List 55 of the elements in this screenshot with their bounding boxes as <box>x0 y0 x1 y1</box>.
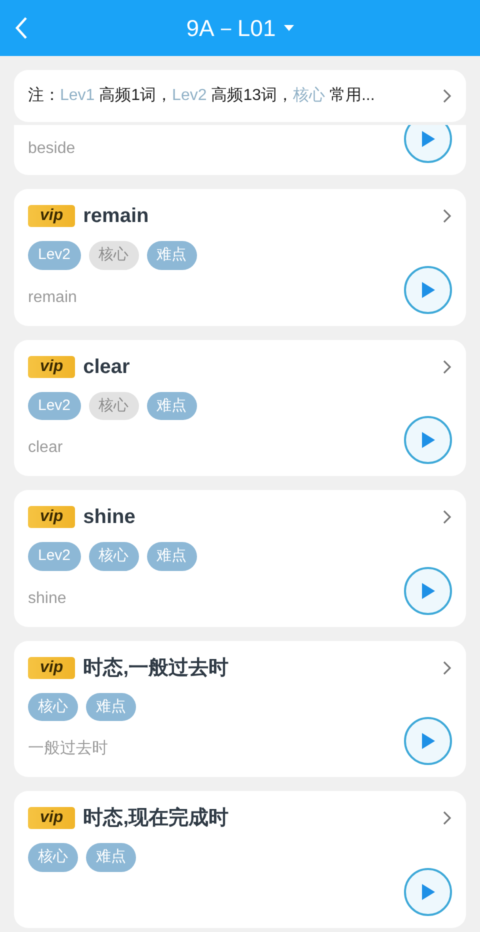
play-button[interactable] <box>404 266 452 314</box>
chevron-right-icon <box>442 88 452 104</box>
word-subtitle: shine <box>28 588 66 608</box>
word-subtitle: beside <box>28 139 76 159</box>
play-icon <box>420 882 436 900</box>
word-title: remain <box>83 204 149 229</box>
vip-badge: vip <box>28 205 76 227</box>
caret-icon <box>284 25 294 31</box>
tag: 核心 <box>88 241 139 270</box>
word-title: shine <box>83 505 136 530</box>
play-button[interactable] <box>404 717 452 765</box>
play-icon <box>420 732 436 750</box>
tag: 核心 <box>88 392 139 420</box>
play-icon <box>420 431 436 449</box>
tag: 难点 <box>146 241 197 270</box>
chevron-right-icon <box>442 358 452 374</box>
tag: 核心 <box>28 843 78 872</box>
vip-badge: vip <box>28 356 76 378</box>
word-card[interactable]: vip clear Lev2 核心 难点 clear <box>14 340 466 476</box>
note-text: 注：Lev1 高频1词，Lev2 高频13词，核心 常用... <box>28 86 375 106</box>
word-subtitle: 一般过去时 <box>28 738 108 759</box>
word-title: 时态,一般过去时 <box>83 656 229 680</box>
play-icon <box>420 582 436 600</box>
chevron-right-icon <box>442 660 452 676</box>
word-card[interactable]: vip shine Lev2 核心 难点 shine <box>14 490 466 626</box>
word-subtitle: clear <box>28 438 63 458</box>
play-icon <box>420 280 436 298</box>
tag: 难点 <box>146 392 197 420</box>
tag: 难点 <box>86 692 136 721</box>
tag: Lev2 <box>28 542 81 570</box>
word-title: 时态,现在完成时 <box>83 806 229 831</box>
word-subtitle: remain <box>28 288 77 308</box>
chevron-right-icon <box>442 810 452 826</box>
play-button[interactable] <box>404 566 452 614</box>
note-card[interactable]: 注：Lev1 高频1词，Lev2 高频13词，核心 常用... <box>14 70 466 122</box>
tag: Lev2 <box>28 392 81 420</box>
play-button[interactable] <box>404 125 452 163</box>
play-button[interactable] <box>404 868 452 916</box>
play-icon <box>420 130 436 148</box>
tag: 难点 <box>86 843 136 872</box>
back-icon <box>15 16 29 40</box>
word-card[interactable]: vip 时态,现在完成时 核心 难点 <box>14 791 466 928</box>
vip-badge: vip <box>28 506 76 528</box>
word-card[interactable]: vip remain Lev2 核心 难点 remain <box>14 189 466 326</box>
tag: 核心 <box>28 692 78 721</box>
tag: Lev2 <box>28 241 81 270</box>
chevron-right-icon <box>442 509 452 525</box>
word-card[interactable]: vip 时态,一般过去时 核心 难点 一般过去时 <box>14 640 466 777</box>
chevron-right-icon <box>442 208 452 224</box>
vip-badge: vip <box>28 807 76 829</box>
word-title: clear <box>83 354 130 380</box>
play-button[interactable] <box>404 416 452 464</box>
tag: 难点 <box>146 542 197 570</box>
tag: 核心 <box>88 542 139 570</box>
vip-badge: vip <box>28 656 76 678</box>
